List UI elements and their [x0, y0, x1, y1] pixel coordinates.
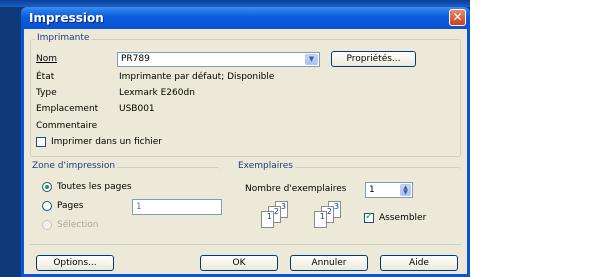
page-icon: 1	[314, 211, 327, 228]
collated-pages-icon: 3 2 1	[261, 201, 293, 231]
status-value: Imprimante par défaut; Disponible	[119, 72, 275, 82]
ok-button[interactable]: OK	[200, 255, 278, 271]
desktop-right-area	[470, 0, 615, 277]
selection-radio	[42, 220, 52, 230]
title-bar[interactable]: Impression ✕	[21, 7, 470, 29]
copies-count-spinner[interactable]: 1 ▲ ▼	[365, 182, 413, 198]
collated-pages-icon: 3 2 1	[314, 201, 346, 231]
copies-count-value: 1	[369, 185, 375, 195]
printer-name-select[interactable]: PR789 ▼	[117, 52, 320, 67]
location-label: Emplacement	[36, 104, 99, 114]
comment-label: Commentaire	[36, 121, 98, 131]
collate-label[interactable]: Assembler	[379, 213, 426, 223]
page-icon: 1	[261, 211, 274, 228]
print-to-file-label[interactable]: Imprimer dans un fichier	[51, 137, 162, 147]
properties-button[interactable]: Propriétés...	[331, 51, 416, 67]
help-button[interactable]: Aide	[380, 255, 458, 271]
printer-group-title: Imprimante	[35, 33, 92, 43]
print-to-file-checkbox[interactable]	[36, 137, 46, 147]
printer-name-value: PR789	[121, 54, 150, 64]
print-range-title: Zone d'impression	[30, 161, 118, 171]
dialog-client: Imprimante Nom PR789 ▼ Propriétés... Éta…	[24, 29, 467, 274]
footer-divider	[30, 244, 461, 245]
pages-input[interactable]: 1	[132, 199, 222, 215]
status-label: État	[36, 72, 55, 82]
options-button[interactable]: Options...	[36, 255, 114, 271]
window-title: Impression	[29, 11, 104, 25]
copies-title: Exemplaires	[236, 161, 295, 171]
spin-updown-icon[interactable]: ▲ ▼	[400, 184, 411, 196]
cancel-button[interactable]: Annuler	[290, 255, 368, 271]
collate-checkbox[interactable]	[364, 211, 374, 223]
name-label: Nom	[36, 54, 58, 64]
selection-label: Sélection	[57, 220, 99, 230]
print-dialog: Impression ✕ Imprimante Nom PR789 ▼ Prop…	[21, 7, 470, 277]
chevron-down-icon[interactable]: ▼	[305, 54, 318, 65]
all-pages-radio[interactable]	[42, 182, 52, 192]
all-pages-label[interactable]: Toutes les pages	[57, 182, 132, 192]
close-icon[interactable]: ✕	[449, 9, 466, 26]
copies-count-label: Nombre d'exemplaires	[245, 184, 347, 194]
pages-radio[interactable]	[42, 201, 52, 211]
type-value: Lexmark E260dn	[119, 88, 195, 98]
pages-label[interactable]: Pages	[57, 201, 83, 211]
type-label: Type	[36, 88, 57, 98]
location-value: USB001	[119, 104, 155, 114]
